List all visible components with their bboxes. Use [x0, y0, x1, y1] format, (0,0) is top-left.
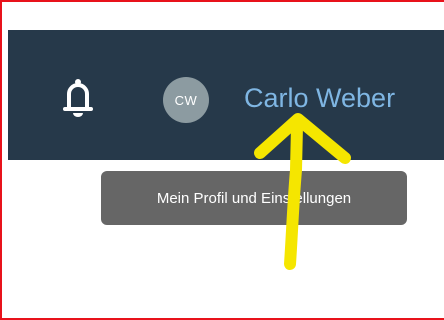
user-avatar[interactable]: CW: [163, 77, 209, 123]
bell-icon: [63, 79, 93, 117]
notifications-bell-button[interactable]: [60, 78, 96, 118]
top-bar: [8, 8, 444, 30]
user-profile-link[interactable]: Carlo Weber: [244, 80, 395, 116]
profile-tooltip: Mein Profil und Einstellungen: [101, 171, 407, 225]
